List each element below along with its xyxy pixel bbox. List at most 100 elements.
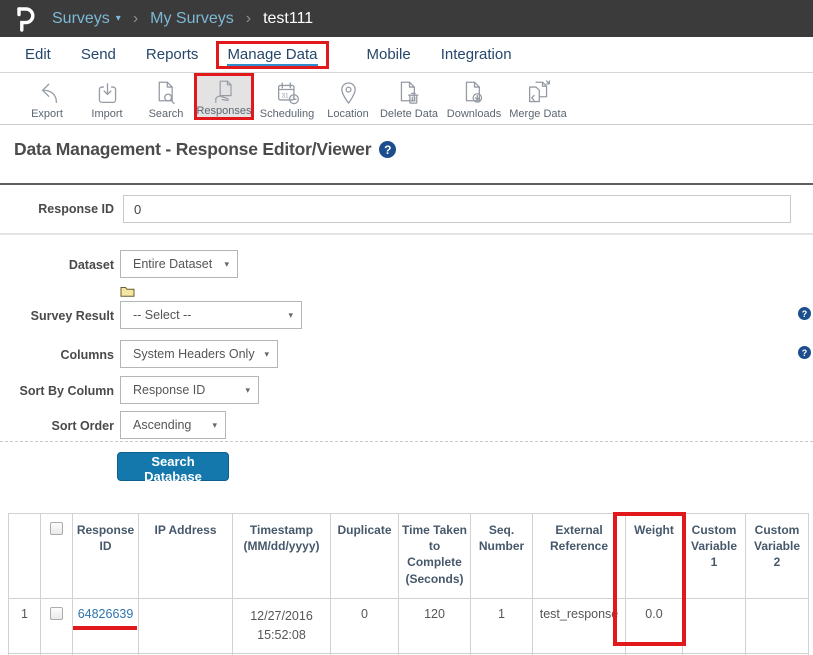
dataset-select-value: Entire Dataset <box>133 257 212 271</box>
columns-label: Columns <box>0 348 114 362</box>
tab-integration[interactable]: Integration <box>441 46 512 63</box>
toolbar-location-label: Location <box>327 108 369 120</box>
divider-dashed <box>0 441 813 442</box>
row-number-cell: 1 <box>9 599 41 654</box>
chevron-down-icon: ▾ <box>288 310 293 321</box>
sort-order-select[interactable]: Ascending ▾ <box>120 411 226 439</box>
external-reference-cell: test_response <box>533 599 626 654</box>
custom-variable-1-cell <box>683 599 746 654</box>
breadcrumb-surveys-label: Surveys <box>52 10 110 28</box>
toolbar-import-label: Import <box>91 108 122 120</box>
row-select-cell <box>41 599 73 654</box>
tab-manage-data[interactable]: Manage Data <box>216 41 328 69</box>
app-window: Surveys ▾ › My Surveys › test111 Edit Se… <box>0 0 813 655</box>
toolbar-responses-label: Responses <box>196 105 251 117</box>
breadcrumb-my-surveys[interactable]: My Surveys <box>150 10 234 28</box>
toolbar-delete-data[interactable]: Delete Data <box>376 74 442 120</box>
delete-data-icon <box>395 79 424 108</box>
col-ip-address: IP Address <box>139 514 233 599</box>
breadcrumb-separator: › <box>133 10 138 28</box>
toolbar-search[interactable]: Search <box>138 74 194 120</box>
toolbar-downloads-label: Downloads <box>447 108 501 120</box>
questionpro-logo-icon[interactable] <box>14 5 36 33</box>
breadcrumb-my-surveys-label: My Surveys <box>150 10 234 28</box>
sort-by-column-select[interactable]: Response ID ▾ <box>120 376 259 404</box>
response-id-cell: 64826639 <box>73 599 139 654</box>
help-icon[interactable]: ? <box>379 141 396 158</box>
row-number-header <box>9 514 41 599</box>
tab-send[interactable]: Send <box>81 46 116 63</box>
responses-icon <box>210 79 239 105</box>
tab-reports[interactable]: Reports <box>146 46 199 63</box>
sort-by-column-label: Sort By Column <box>0 384 114 398</box>
survey-result-select[interactable]: -- Select -- ▾ <box>120 301 302 329</box>
downloads-icon <box>460 79 489 108</box>
col-custom-variable-1: Custom Variable 1 <box>683 514 746 599</box>
seq-number-cell: 1 <box>471 599 533 654</box>
toolbar-search-label: Search <box>149 108 184 120</box>
toolbar-export-label: Export <box>31 108 63 120</box>
select-all-checkbox[interactable] <box>50 522 63 535</box>
timestamp-cell: 12/27/2016 15:52:08 <box>233 599 331 654</box>
toolbar-merge-data[interactable]: Merge Data <box>506 74 570 120</box>
row-checkbox[interactable] <box>50 607 63 620</box>
toolbar-responses[interactable]: Responses <box>194 73 254 120</box>
responses-table: Response ID IP Address Timestamp (MM/dd/… <box>8 513 809 655</box>
col-external-reference: External Reference <box>533 514 626 599</box>
columns-select[interactable]: System Headers Only ▾ <box>120 340 278 368</box>
nav-tabs: Edit Send Reports Manage Data Mobile Int… <box>0 37 813 73</box>
divider-light <box>0 233 813 235</box>
chevron-down-icon: ▾ <box>212 420 217 431</box>
col-timestamp: Timestamp (MM/dd/yyyy) <box>233 514 331 599</box>
chevron-down-icon: ▾ <box>224 259 229 270</box>
response-id-link[interactable]: 64826639 <box>78 607 134 621</box>
help-icon[interactable]: ? <box>798 346 811 359</box>
toolbar-export[interactable]: Export <box>18 74 76 120</box>
scheduling-icon: 31 <box>273 79 302 108</box>
breadcrumb-current-survey: test111 <box>263 10 313 28</box>
custom-variable-2-cell <box>746 599 809 654</box>
toolbar-scheduling[interactable]: 31 Scheduling <box>254 74 320 120</box>
dataset-label: Dataset <box>0 258 114 272</box>
tab-mobile[interactable]: Mobile <box>367 46 411 63</box>
tab-edit[interactable]: Edit <box>25 46 51 63</box>
toolbar-import[interactable]: Import <box>76 74 138 120</box>
page-title: Data Management - Response Editor/Viewer <box>14 139 371 160</box>
sort-order-label: Sort Order <box>0 419 114 433</box>
toolbar-merge-data-label: Merge Data <box>509 108 566 120</box>
toolbar-delete-data-label: Delete Data <box>380 108 438 120</box>
svg-text:31: 31 <box>281 93 289 100</box>
col-duplicate: Duplicate <box>331 514 399 599</box>
duplicate-cell: 0 <box>331 599 399 654</box>
breadcrumb-surveys[interactable]: Surveys ▾ <box>52 10 121 28</box>
export-icon <box>33 79 62 108</box>
help-icon[interactable]: ? <box>798 307 811 320</box>
col-response-id: Response ID <box>73 514 139 599</box>
page-title-row: Data Management - Response Editor/Viewer… <box>14 139 396 160</box>
import-icon <box>93 79 122 108</box>
ip-address-cell <box>139 599 233 654</box>
location-icon <box>334 79 363 108</box>
table-header-row: Response ID IP Address Timestamp (MM/dd/… <box>9 514 809 599</box>
chevron-down-icon: ▾ <box>264 349 269 360</box>
dataset-select[interactable]: Entire Dataset ▾ <box>120 250 238 278</box>
col-seq-number: Seq. Number <box>471 514 533 599</box>
chevron-down-icon: ▾ <box>245 385 250 396</box>
response-id-label: Response ID <box>0 202 114 216</box>
sort-by-column-select-value: Response ID <box>133 383 205 397</box>
top-bar: Surveys ▾ › My Surveys › test111 <box>0 0 813 37</box>
survey-result-label: Survey Result <box>0 309 114 323</box>
columns-select-value: System Headers Only <box>133 347 255 361</box>
toolbar-location[interactable]: Location <box>320 74 376 120</box>
merge-data-icon <box>524 79 553 108</box>
toolbar-downloads[interactable]: Downloads <box>442 74 506 120</box>
search-database-button[interactable]: Search Database <box>117 452 229 481</box>
survey-result-select-value: -- Select -- <box>133 308 191 322</box>
breadcrumb-separator: › <box>246 10 251 28</box>
tab-manage-data-label: Manage Data <box>227 46 317 66</box>
col-time-taken: Time Taken to Complete (Seconds) <box>399 514 471 599</box>
sort-order-select-value: Ascending <box>133 418 191 432</box>
response-id-input[interactable] <box>123 195 791 223</box>
select-all-header <box>41 514 73 599</box>
folder-icon[interactable] <box>120 284 135 295</box>
